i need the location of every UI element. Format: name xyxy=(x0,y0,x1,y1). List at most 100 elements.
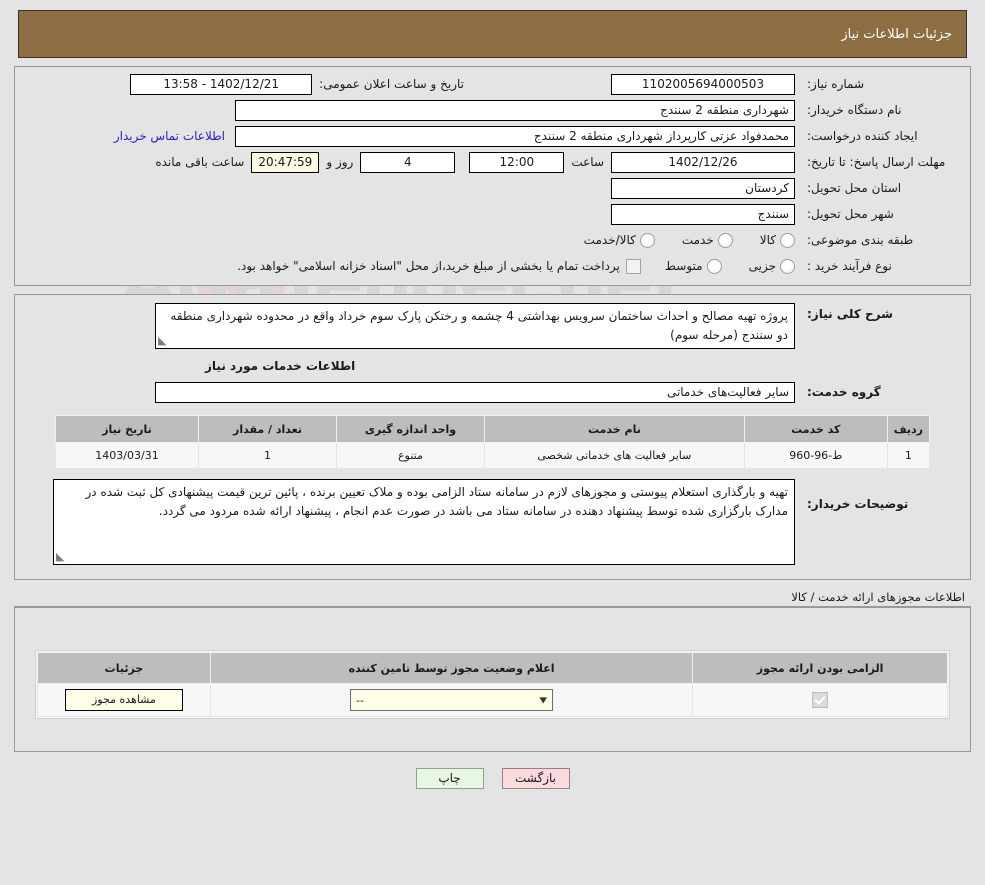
purchase-type-radio-group: جزیی متوسط xyxy=(641,258,795,274)
classification-option-goods-service[interactable]: کالا/خدمت xyxy=(583,232,655,248)
cell-service-code: ط-96-960 xyxy=(743,442,888,469)
cell-license-status: ▼ -- xyxy=(209,683,694,717)
licenses-table-wrap: الزامی بودن ارائه مجوز اعلام وضعیت مجوز … xyxy=(35,650,950,719)
licenses-table: الزامی بودن ارائه مجوز اعلام وضعیت مجوز … xyxy=(37,652,948,717)
cell-need-date: 1403/03/31 xyxy=(55,442,199,469)
treasury-note-checkbox-row[interactable]: پرداخت تمام یا بخشی از مبلغ خرید،از محل … xyxy=(237,258,641,274)
classification-option-service[interactable]: خدمت xyxy=(681,232,733,248)
purchase-type-option-medium[interactable]: متوسط xyxy=(664,258,722,274)
radio-icon xyxy=(780,258,795,274)
buyer-notes-value: تهیه و بارگذاری استعلام پیوستی و مجوزهای… xyxy=(85,485,789,518)
classification-option-label: خدمت xyxy=(681,233,714,247)
purchase-type-option-label: جزیی xyxy=(748,259,776,273)
print-button[interactable]: چاپ xyxy=(415,768,484,789)
license-status-value: -- xyxy=(356,693,364,707)
cell-license-required xyxy=(692,683,948,717)
purchase-type-option-minor[interactable]: جزیی xyxy=(748,258,795,274)
buyer-notes-label: توضیحات خریدار: xyxy=(807,497,909,511)
creator-value: محمدفواد عزتی کارپرداز شهرداری منطقه 2 س… xyxy=(235,125,795,147)
services-table: ردیف کد خدمت نام خدمت واحد اندازه گیری ت… xyxy=(55,415,931,469)
buyer-notes-textarea[interactable]: تهیه و بارگذاری استعلام پیوستی و مجوزهای… xyxy=(53,479,795,565)
cell-license-details: مشاهده مجوز xyxy=(37,683,211,717)
cell-row-no: 1 xyxy=(886,442,931,469)
radio-icon xyxy=(717,232,733,248)
creator-label: ایجاد کننده درخواست: xyxy=(807,128,918,143)
services-table-header-row: ردیف کد خدمت نام خدمت واحد اندازه گیری ت… xyxy=(55,415,931,443)
purchase-type-label: نوع فرآیند خرید : xyxy=(807,258,892,273)
classification-label: طبقه بندی موضوعی: xyxy=(807,232,914,247)
classification-option-label: کالا xyxy=(759,233,776,247)
need-detail-panel: شرح کلی نیاز: پروژه تهیه مصالح و احداث س… xyxy=(14,294,971,580)
treasury-note-text: پرداخت تمام یا بخشی از مبلغ خرید،از محل … xyxy=(237,259,620,273)
col-license-details: جزئیات xyxy=(37,652,211,684)
classification-option-label: کالا/خدمت xyxy=(583,233,636,247)
services-table-wrap: ردیف کد خدمت نام خدمت واحد اندازه گیری ت… xyxy=(55,415,931,469)
table-row: 1 ط-96-960 سایر فعالیت های خدماتی شخصی م… xyxy=(55,442,931,469)
public-announce-value: 13:58 - 1402/12/21 xyxy=(130,73,313,95)
city-label: شهر محل تحویل: xyxy=(807,206,894,221)
need-number-value: 1102005694000503 xyxy=(611,73,795,95)
countdown-value: 20:47:59 xyxy=(251,151,320,173)
public-announce-label: تاریخ و ساعت اعلان عمومی: xyxy=(319,77,464,91)
remaining-days-value: 4 xyxy=(360,151,456,173)
hour-label: ساعت xyxy=(571,155,604,169)
buyer-org-value: شهرداری منطقه 2 سنندج xyxy=(235,99,795,121)
back-button[interactable]: بازگشت xyxy=(501,768,570,789)
purchase-type-option-label: متوسط xyxy=(664,259,703,273)
chevron-down-icon: ▼ xyxy=(539,695,548,705)
col-service-name: نام خدمت xyxy=(484,415,745,443)
checkbox-checked-icon xyxy=(812,692,829,708)
buyer-org-label: نام دستگاه خریدار: xyxy=(807,102,902,117)
deadline-time-value: 12:00 xyxy=(469,151,565,173)
classification-radio-group: کالا خدمت کالا/خدمت xyxy=(560,232,795,248)
radio-icon xyxy=(706,258,722,274)
remaining-label: ساعت باقی مانده xyxy=(155,155,245,169)
row-deadline: مهلت ارسال پاسخ: تا تاریخ: 1402/12/26 سا… xyxy=(15,151,970,173)
cell-quantity: 1 xyxy=(198,442,337,469)
licenses-section-title: اطلاعات مجوزهای ارائه خدمت / کالا xyxy=(791,590,965,604)
buyer-contact-link[interactable]: اطلاعات تماس خریدار xyxy=(104,129,235,143)
resize-grip-icon[interactable]: ◢ xyxy=(158,334,170,347)
row-creator: ایجاد کننده درخواست: محمدفواد عزتی کارپر… xyxy=(15,125,970,147)
need-info-form: شماره نیاز: 1102005694000503 تاریخ و ساع… xyxy=(14,66,971,286)
footer-actions: بازگشت چاپ xyxy=(0,768,985,789)
need-summary-value: پروژه تهیه مصالح و احداث ساختمان سرویس ب… xyxy=(170,309,788,342)
view-license-button[interactable]: مشاهده مجوز xyxy=(64,689,183,711)
row-need-summary: شرح کلی نیاز: پروژه تهیه مصالح و احداث س… xyxy=(15,303,970,349)
classification-option-goods[interactable]: کالا xyxy=(759,232,795,248)
need-number-label: شماره نیاز: xyxy=(807,76,864,91)
licenses-table-header-row: الزامی بودن ارائه مجوز اعلام وضعیت مجوز … xyxy=(37,652,948,684)
row-buyer-notes: توضیحات خریدار: تهیه و بارگذاری استعلام … xyxy=(15,479,970,565)
col-quantity: تعداد / مقدار xyxy=(198,415,337,443)
col-license-status: اعلام وضعیت مجوز توسط تامین کننده xyxy=(209,652,694,684)
row-service-group: گروه خدمت: سایر فعالیت‌های خدماتی xyxy=(15,381,970,403)
row-city: شهر محل تحویل: سنندج xyxy=(15,203,970,225)
deadline-label: مهلت ارسال پاسخ: تا تاریخ: xyxy=(807,154,946,169)
resize-grip-icon[interactable]: ◢ xyxy=(56,550,68,563)
row-buyer-org: نام دستگاه خریدار: شهرداری منطقه 2 سنندج xyxy=(15,99,970,121)
need-summary-textarea[interactable]: پروژه تهیه مصالح و احداث ساختمان سرویس ب… xyxy=(155,303,795,349)
cell-service-name: سایر فعالیت های خدماتی شخصی xyxy=(484,442,745,469)
col-service-code: کد خدمت xyxy=(743,415,888,443)
services-heading: اطلاعات خدمات مورد نیاز xyxy=(205,359,356,373)
need-summary-label: شرح کلی نیاز: xyxy=(807,307,893,321)
province-value: کردستان xyxy=(611,177,795,199)
row-purchase-type: نوع فرآیند خرید : جزیی متوسط پرداخت تمام… xyxy=(15,255,970,277)
licenses-panel: الزامی بودن ارائه مجوز اعلام وضعیت مجوز … xyxy=(14,606,971,752)
page-header: جزئیات اطلاعات نیاز xyxy=(18,10,967,58)
col-need-date: تاریخ نیاز xyxy=(55,415,199,443)
checkbox-icon xyxy=(625,258,641,274)
radio-icon xyxy=(639,232,655,248)
days-label: روز و xyxy=(326,155,354,169)
col-license-required: الزامی بودن ارائه مجوز xyxy=(692,652,948,684)
service-group-value: سایر فعالیت‌های خدماتی xyxy=(155,381,795,403)
city-value: سنندج xyxy=(611,203,795,225)
service-group-label: گروه خدمت: xyxy=(807,385,881,399)
radio-icon xyxy=(780,232,795,248)
col-unit: واحد اندازه گیری xyxy=(336,415,485,443)
license-status-select[interactable]: ▼ -- xyxy=(350,689,554,711)
row-classification: طبقه بندی موضوعی: کالا خدمت کالا/خدمت xyxy=(15,229,970,251)
cell-unit: متنوع xyxy=(336,442,485,469)
row-need-number: شماره نیاز: 1102005694000503 تاریخ و ساع… xyxy=(15,73,970,95)
table-row: ▼ -- مشاهده مجوز xyxy=(37,683,948,717)
